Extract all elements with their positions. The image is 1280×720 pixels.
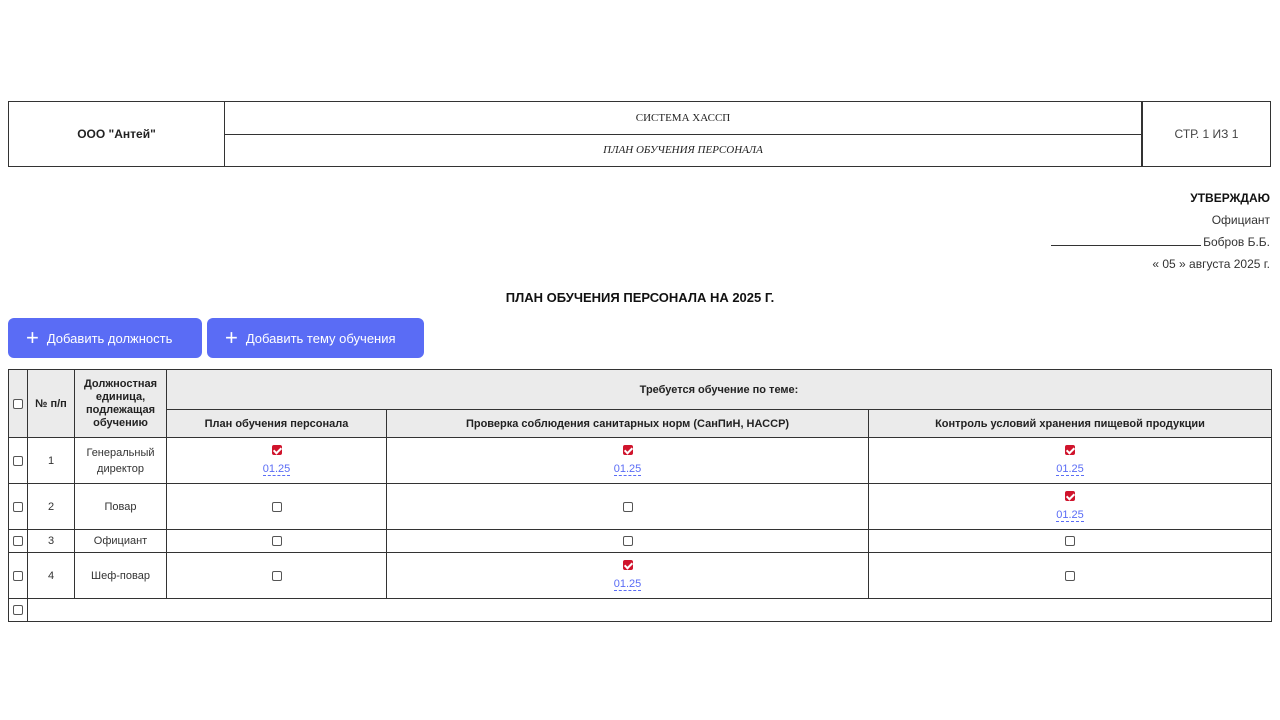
training-cell: 01.25 [166,437,387,484]
row-select-checkbox[interactable] [13,536,23,547]
training-checkbox[interactable] [1065,491,1075,501]
add-position-label: Добавить должность [46,330,173,346]
table-row: 1 Генеральный директор 01.25 01.25 01.25 [8,437,1272,484]
plus-icon: + [225,325,238,350]
row-select-checkbox[interactable] [13,455,23,466]
training-cell [868,529,1272,553]
training-checkbox[interactable] [271,501,282,512]
training-cell: 01.25 [868,483,1272,530]
approval-title: УТВЕРЖДАЮ [1190,191,1270,205]
plan-title: ПЛАН ОБУЧЕНИЯ ПЕРСОНАЛА НА 2025 Г. [505,290,775,305]
col-header-position: Должностная единица, подлежащая обучению [74,369,167,438]
approval-position: Официант [1211,213,1270,227]
approval-name: Бобров Б.Б. [1203,235,1270,249]
topic-header: Контроль условий хранения пищевой продук… [868,409,1272,438]
row-number: 3 [27,529,75,553]
page-number: СТР. 1 ИЗ 1 [1141,102,1270,166]
signature-line [1051,233,1202,246]
topic-header: План обучения персонала [166,409,387,438]
training-cell: 01.25 [386,437,869,484]
training-plan-table: № п/п Должностная единица, подлежащая об… [8,369,1272,622]
row-select-cell [8,483,28,530]
topic-header: Проверка соблюдения санитарных норм (Сан… [386,409,869,438]
training-cell [166,483,387,530]
training-cell [166,529,387,553]
training-checkbox[interactable] [622,501,633,512]
document-header: ООО "Антей" СИСТЕМА ХАССП ПЛАН ОБУЧЕНИЯ … [8,101,1271,167]
training-date-link[interactable]: 01.25 [262,463,291,476]
training-checkbox[interactable] [622,560,633,570]
training-checkbox[interactable] [622,445,633,455]
row-select-checkbox[interactable] [13,605,23,616]
system-title: СИСТЕМА ХАССП [225,102,1141,135]
row-select-cell [8,529,28,553]
select-all-cell [8,369,28,438]
approval-block: УТВЕРЖДАЮ Официант Бобров Б.Б. « 05 » ав… [1051,187,1270,275]
row-position: Шеф-повар [74,552,167,599]
select-all-checkbox[interactable] [13,398,23,409]
table-row-empty [8,598,1272,622]
table-row: 2 Повар 01.25 [8,483,1272,530]
training-cell [386,529,869,553]
training-checkbox[interactable] [1065,536,1075,546]
row-select-checkbox[interactable] [13,570,23,581]
empty-cell [27,598,1272,622]
col-header-group: Требуется обучение по теме: [166,369,1272,410]
document-title: ПЛАН ОБУЧЕНИЯ ПЕРСОНАЛА [603,144,763,157]
table-row: 3 Официант [8,529,1272,553]
col-header-num: № п/п [27,369,75,438]
training-checkbox[interactable] [622,536,633,546]
training-cell [386,483,869,530]
training-checkbox[interactable] [1065,570,1075,581]
row-select-cell [8,552,28,599]
organization-name: ООО "Антей" [9,102,225,166]
row-position: Повар [74,483,167,530]
training-cell [868,552,1272,599]
add-topic-label: Добавить тему обучения [245,330,396,346]
row-number: 2 [27,483,75,530]
row-select-cell [8,437,28,484]
training-date-link[interactable]: 01.25 [1056,463,1084,476]
row-number: 1 [27,437,75,484]
table-row: 4 Шеф-повар 01.25 [8,552,1272,599]
plus-icon: + [26,325,39,350]
row-select-checkbox[interactable] [13,501,23,512]
training-cell [166,552,387,599]
approval-signature-row: Бобров Б.Б. [1051,231,1270,253]
training-checkbox[interactable] [1065,445,1075,455]
training-date-link[interactable]: 01.25 [613,463,642,476]
row-position: Официант [74,529,167,553]
header-titles: СИСТЕМА ХАССП ПЛАН ОБУЧЕНИЯ ПЕРСОНАЛА [225,102,1141,166]
training-cell: 01.25 [386,552,869,599]
training-checkbox[interactable] [271,536,282,546]
add-topic-button[interactable]: + Добавить тему обучения [207,318,424,358]
add-position-button[interactable]: + Добавить должность [8,318,202,358]
training-date-link[interactable]: 01.25 [1056,509,1084,522]
training-cell: 01.25 [868,437,1272,484]
training-checkbox[interactable] [271,570,282,581]
training-date-link[interactable]: 01.25 [613,578,642,591]
row-number: 4 [27,552,75,599]
row-select-cell [8,598,28,622]
row-position: Генеральный директор [74,437,167,484]
training-checkbox[interactable] [271,445,282,455]
approval-date: « 05 » августа 2025 г. [1152,257,1270,271]
